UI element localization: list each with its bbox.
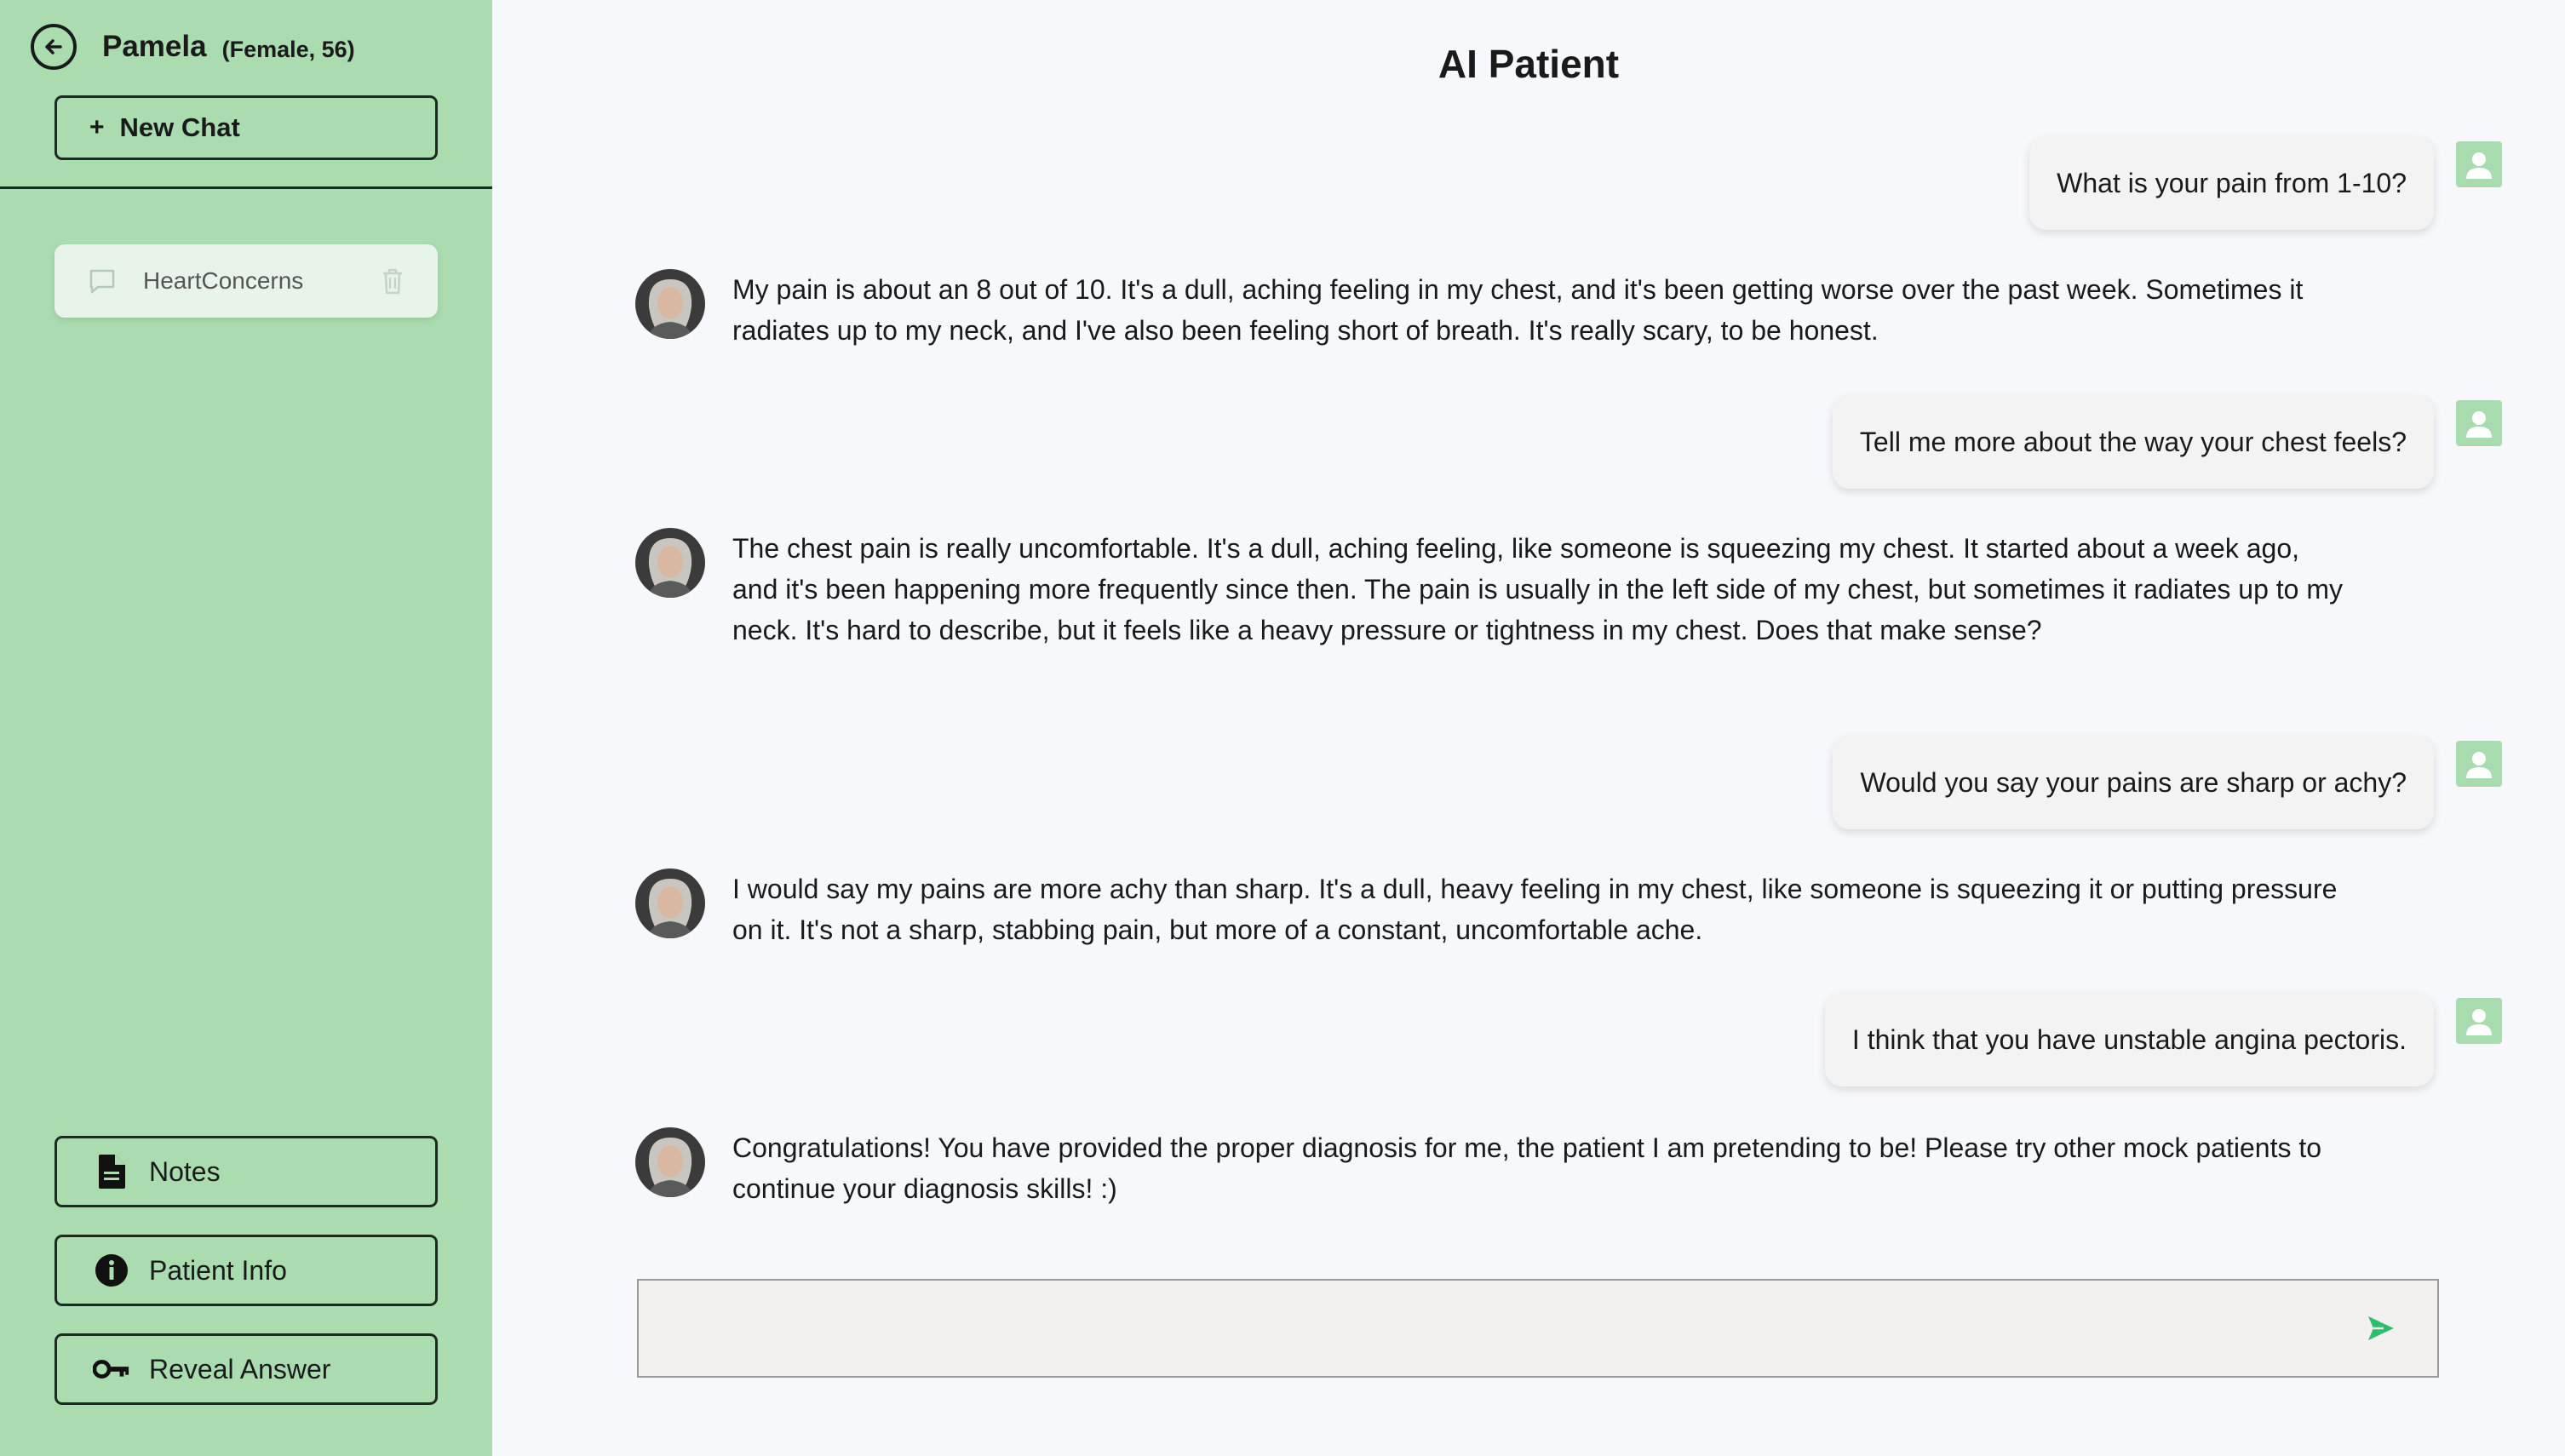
- user-icon: [2466, 152, 2492, 179]
- ai-message: I would say my pains are more achy than …: [635, 868, 2338, 954]
- patient-avatar: [635, 868, 705, 938]
- user-message-bubble: Would you say your pains are sharp or ac…: [1833, 736, 2434, 829]
- reveal-answer-button[interactable]: Reveal Answer: [55, 1333, 438, 1405]
- user-message-bubble: Tell me more about the way your chest fe…: [1832, 395, 2434, 489]
- patient-avatar: [635, 269, 705, 339]
- patient-avatar: [635, 528, 705, 598]
- info-icon: [95, 1254, 128, 1287]
- user-icon: [2466, 1009, 2492, 1035]
- page-title: AI Patient: [1437, 42, 1620, 86]
- user-message: I think that you have unstable angina pe…: [1824, 993, 2502, 1086]
- ai-message: Congratulations! You have provided the p…: [635, 1127, 2338, 1212]
- chat-list-item[interactable]: HeartConcerns: [55, 244, 438, 318]
- user-message: Tell me more about the way your chest fe…: [1832, 395, 2502, 489]
- patient-portrait-icon: [635, 528, 705, 598]
- user-avatar: [2456, 141, 2502, 187]
- send-icon: [2368, 1316, 2394, 1340]
- ai-message-text: Congratulations! You have provided the p…: [732, 1132, 2322, 1204]
- message-input[interactable]: [639, 1281, 2356, 1376]
- ai-message-text: The chest pain is really uncomfortable. …: [732, 533, 2343, 645]
- patient-info-label: Patient Info: [149, 1254, 287, 1286]
- delete-chat-button[interactable]: [380, 267, 405, 295]
- plus-icon: +: [89, 113, 105, 141]
- patient-portrait-icon: [635, 1127, 705, 1197]
- notes-button[interactable]: Notes: [55, 1136, 438, 1207]
- patient-info-button[interactable]: Patient Info: [55, 1235, 438, 1306]
- patient-header: Pamela (Female, 56): [31, 24, 355, 70]
- reveal-answer-label: Reveal Answer: [149, 1353, 331, 1384]
- user-message-bubble: What is your pain from 1-10?: [2029, 136, 2434, 230]
- ai-message: My pain is about an 8 out of 10. It's a …: [635, 269, 2338, 354]
- trash-icon: [383, 268, 402, 295]
- user-icon: [2466, 411, 2492, 438]
- user-icon: [2466, 752, 2492, 778]
- patient-avatar: [635, 1127, 705, 1197]
- arrow-left-circle-icon: [45, 39, 62, 54]
- user-message: What is your pain from 1-10?: [2029, 136, 2502, 230]
- key-icon: [93, 1360, 129, 1379]
- sidebar: Pamela (Female, 56) + New Chat HeartConc…: [0, 0, 492, 1456]
- user-message-bubble: I think that you have unstable angina pe…: [1824, 993, 2434, 1086]
- ai-message-text: My pain is about an 8 out of 10. It's a …: [732, 274, 2304, 346]
- user-avatar: [2456, 998, 2502, 1044]
- user-avatar: [2456, 400, 2502, 446]
- patient-portrait-icon: [635, 868, 705, 938]
- patient-name: Pamela: [102, 30, 207, 63]
- ai-message: The chest pain is really uncomfortable. …: [635, 528, 2343, 698]
- sidebar-divider: [0, 186, 492, 189]
- user-message: Would you say your pains are sharp or ac…: [1833, 736, 2502, 829]
- ai-message-text: I would say my pains are more achy than …: [732, 874, 2338, 945]
- new-chat-button[interactable]: + New Chat: [55, 95, 438, 160]
- patient-meta: (Female, 56): [221, 36, 355, 62]
- notes-label: Notes: [149, 1155, 221, 1187]
- back-button[interactable]: [31, 24, 77, 70]
- new-chat-label: New Chat: [119, 112, 240, 142]
- user-avatar: [2456, 741, 2502, 787]
- message-input-box: [637, 1279, 2439, 1378]
- chat-list-item-label: HeartConcerns: [143, 267, 304, 294]
- document-icon: [99, 1155, 125, 1189]
- patient-portrait-icon: [635, 269, 705, 339]
- chat-bubble-icon: [89, 269, 115, 294]
- send-button[interactable]: [2356, 1303, 2407, 1354]
